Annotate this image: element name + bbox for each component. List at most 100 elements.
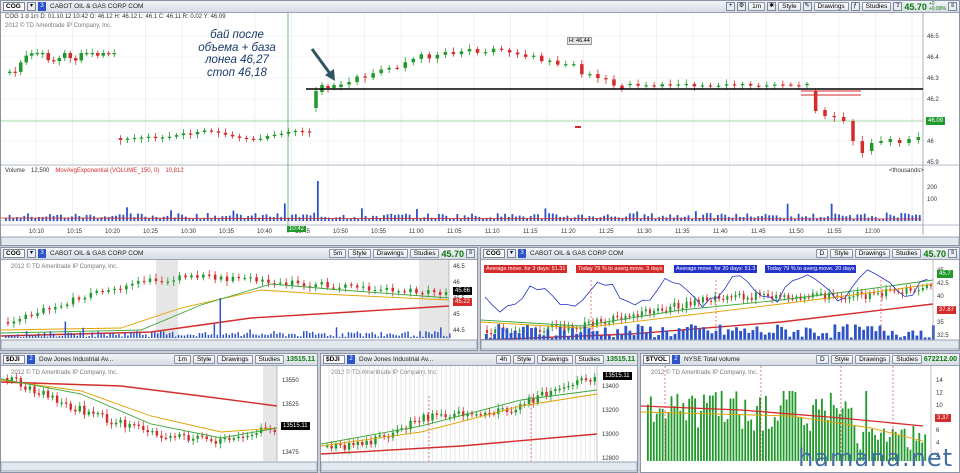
volume-bar [282, 333, 284, 338]
studies-button[interactable]: Studies [409, 249, 440, 258]
drawings-button[interactable]: Drawings [217, 355, 253, 364]
volume-bar [858, 326, 861, 340]
share-icon[interactable]: ⇪ [893, 2, 903, 11]
volume-bar [359, 333, 362, 338]
studies-button[interactable]: Studies [892, 355, 922, 364]
link-icon[interactable]: 3 [38, 249, 46, 258]
studies-button[interactable]: Studies [254, 355, 285, 364]
volume-bar [216, 334, 219, 338]
interval-button[interactable]: 5m [329, 249, 347, 258]
volume-bar [579, 332, 583, 340]
volume-bar [643, 214, 646, 221]
candle [28, 386, 32, 390]
studies-button[interactable]: Studies [574, 355, 605, 364]
link-icon[interactable]: 2 [671, 355, 680, 364]
candle [169, 436, 172, 438]
candle [921, 287, 924, 291]
interval-button[interactable]: 1m [173, 355, 191, 364]
price-chart[interactable]: 4542.54037.53532.5 [481, 260, 959, 350]
candle [326, 282, 329, 288]
volume-bar [82, 327, 84, 338]
candle [307, 131, 312, 133]
interval-button[interactable]: 1m [748, 2, 766, 11]
price-chart[interactable]: 46.546.446.346.246.14645.920010010:1010:… [1, 13, 959, 246]
symbol-input[interactable]: $DJI [3, 355, 25, 364]
candle [558, 388, 561, 391]
symbol-input[interactable]: $TVOL [643, 355, 670, 364]
volume-bar [770, 426, 773, 461]
link-icon[interactable]: 2 [347, 355, 355, 364]
menu-icon[interactable]: ≡ [948, 249, 957, 258]
symbol-input[interactable]: COG [3, 249, 25, 258]
last-price: 45.70 [923, 248, 946, 259]
crosshair-icon[interactable]: + [726, 2, 736, 11]
link-icon[interactable]: 3 [518, 249, 526, 258]
candle [51, 395, 54, 398]
drawings-button[interactable]: Drawings [855, 355, 891, 364]
symbol-input[interactable]: $DJI [323, 355, 345, 364]
volume-bar [676, 214, 679, 221]
volume-bar [148, 336, 150, 338]
candle [563, 325, 566, 331]
volume-bar [755, 326, 759, 340]
dropdown-icon[interactable]: ▾ [507, 249, 516, 258]
dropdown-icon[interactable]: ▾ [27, 2, 36, 11]
dropdown-icon[interactable]: ▾ [27, 249, 36, 258]
drawings-button[interactable]: Drawings [372, 249, 408, 258]
volume-bar [632, 335, 636, 340]
candle [716, 85, 721, 87]
style-button[interactable]: Style [778, 2, 801, 11]
volume-bar [554, 335, 558, 340]
style-button[interactable]: Style [512, 355, 536, 364]
symbol-input[interactable]: COG [483, 249, 505, 258]
volume-bar [428, 332, 430, 338]
volume-bar [413, 335, 415, 338]
candle [46, 390, 50, 398]
volume-bar [386, 334, 388, 338]
price-chart[interactable]: 13550135251350013475 [1, 366, 317, 472]
drawings-button[interactable]: Drawings [854, 249, 890, 258]
candle [397, 291, 400, 293]
style-button[interactable]: Style [830, 249, 853, 258]
interval-button[interactable]: 4h [495, 355, 511, 364]
candle [137, 424, 140, 426]
candle [901, 292, 904, 294]
volume-bar [394, 215, 396, 221]
volume-bar [800, 336, 804, 340]
candle [596, 74, 600, 79]
candle [65, 402, 68, 404]
tools-icon[interactable]: ⚙ [737, 2, 747, 11]
link-icon[interactable]: 3 [38, 2, 46, 11]
interval-button[interactable]: D [815, 249, 829, 258]
menu-icon[interactable]: ≡ [466, 249, 475, 258]
menu-icon[interactable]: ≡ [948, 2, 957, 11]
drawings-button[interactable]: Drawings [813, 2, 849, 11]
volume-bar [647, 404, 649, 461]
studies-button[interactable]: Studies [891, 249, 922, 258]
price-chart[interactable]: 13400 13200 13000 12800 [321, 366, 637, 472]
candle [92, 411, 95, 414]
volume-bar [485, 333, 488, 340]
candle [409, 288, 412, 293]
studies-button[interactable]: Studies [861, 2, 892, 11]
volume-bar [380, 332, 382, 338]
pencil-icon[interactable]: ✎ [802, 2, 812, 11]
gear-icon[interactable]: ✱ [767, 2, 777, 11]
link-icon[interactable]: 2 [27, 355, 35, 364]
price-tick: 32.5 [937, 333, 949, 339]
interval-button[interactable]: D [815, 355, 829, 364]
candle [567, 386, 570, 388]
style-button[interactable]: Style [830, 355, 854, 364]
fx-icon[interactable]: ƒ [850, 2, 860, 11]
volume-bar [88, 335, 90, 338]
symbol-input[interactable]: COG [3, 2, 25, 11]
price-chart[interactable]: 46.54645.54544.5 [1, 260, 477, 350]
drawings-button[interactable]: Drawings [537, 355, 573, 364]
volume-bar [236, 213, 239, 221]
volume-bar [395, 335, 397, 338]
style-button[interactable]: Style [348, 249, 371, 258]
time-tick: 10:25 [143, 229, 159, 235]
style-button[interactable]: Style [192, 355, 216, 364]
volume-bar [548, 213, 550, 221]
candle [660, 84, 664, 87]
